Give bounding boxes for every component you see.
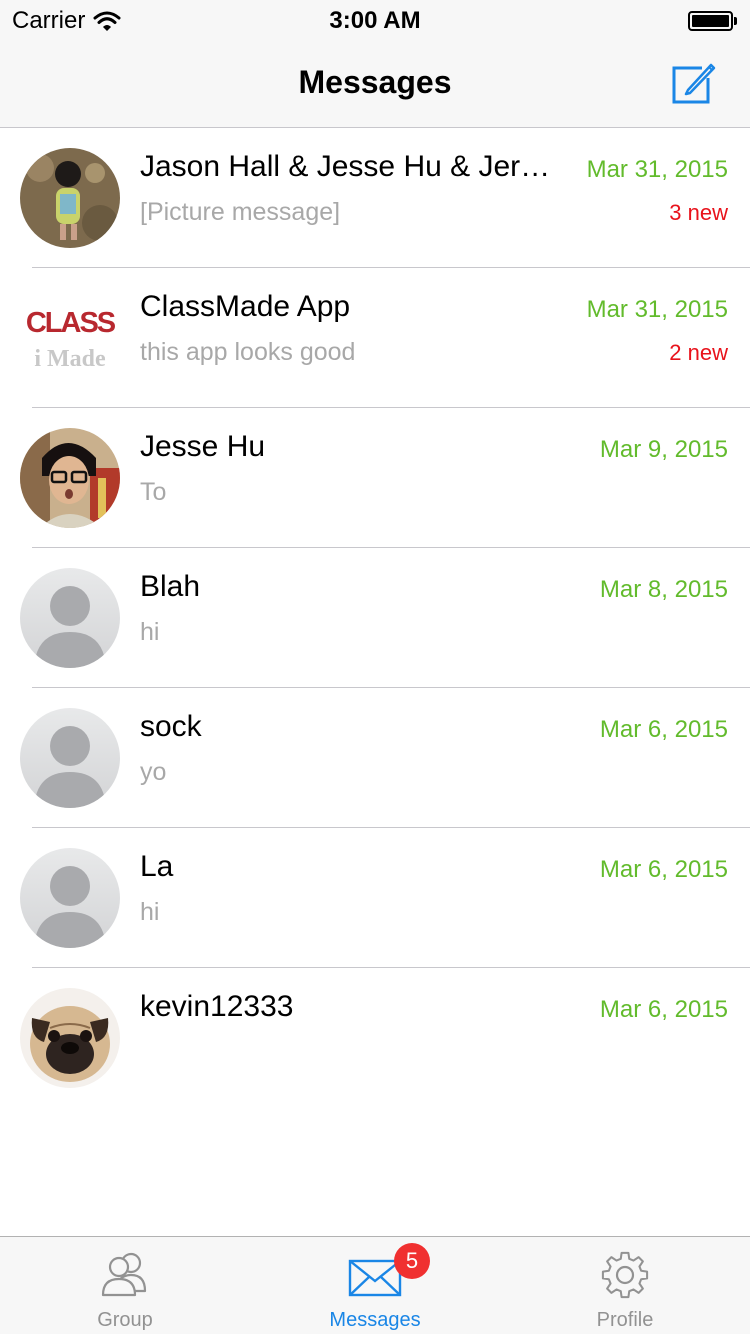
avatar [20, 708, 120, 808]
conversation-date: Mar 6, 2015 [599, 716, 728, 743]
message-preview: hi [140, 618, 160, 646]
message-preview: this app looks good [140, 338, 356, 366]
page-title: Messages [298, 64, 452, 100]
status-bar: Carrier 3:00 AM [0, 0, 750, 40]
conversation-name: kevin12333 [140, 990, 294, 1023]
conversation-list: Jason Hall & Jesse Hu & Jeremy [Picture … [0, 128, 750, 1108]
logo-text-bottom: i Made [34, 346, 106, 372]
conversation-row[interactable]: sock yo Mar 6, 2015 [0, 688, 750, 828]
avatar [20, 988, 120, 1088]
tab-group[interactable]: Group [0, 1237, 250, 1334]
new-count: 3 new [669, 200, 728, 225]
conversation-date: Mar 31, 2015 [586, 156, 728, 183]
compose-icon[interactable] [670, 58, 720, 106]
conversation-row[interactable]: kevin12333 Mar 6, 2015 [0, 968, 750, 1108]
conversation-date: Mar 8, 2015 [599, 576, 728, 603]
conversation-name: Blah [140, 570, 201, 603]
message-preview: hi [140, 898, 160, 926]
unread-badge: 5 [394, 1243, 430, 1279]
conversation-row[interactable]: Jason Hall & Jesse Hu & Jeremy [Picture … [0, 128, 750, 268]
conversation-row[interactable]: Blah hi Mar 8, 2015 [0, 548, 750, 688]
classmade-logo-avatar: CLASS i Made [26, 307, 118, 372]
logo-text-top: CLASS [26, 307, 116, 339]
conversation-name: La [140, 850, 174, 883]
conversation-name: Jesse Hu [140, 430, 266, 463]
tab-label: Group [97, 1309, 153, 1331]
conversation-date: Mar 9, 2015 [599, 436, 728, 463]
clock: 3:00 AM [329, 7, 421, 34]
tab-label: Profile [596, 1309, 654, 1331]
avatar [20, 428, 120, 528]
conversation-name: Jason Hall & Jesse Hu & Jeremy [140, 150, 560, 183]
message-preview: To [140, 478, 167, 506]
tab-label: Messages [329, 1309, 421, 1331]
message-preview: yo [140, 758, 167, 786]
avatar [20, 148, 120, 248]
conversation-date: Mar 6, 2015 [599, 856, 728, 883]
conversation-date: Mar 6, 2015 [599, 996, 728, 1023]
tab-messages[interactable]: 5 Messages [250, 1237, 500, 1334]
conversation-name: sock [140, 710, 202, 743]
photo-person-avatar [20, 428, 120, 528]
tab-bar: Group 5 Messages Profile [0, 1236, 750, 1334]
photo-child-avatar [20, 148, 120, 248]
conversation-row[interactable]: La hi Mar 6, 2015 [0, 828, 750, 968]
gear-icon [601, 1251, 649, 1299]
conversation-row[interactable]: CLASS i Made ClassMade App this app look… [0, 268, 750, 408]
new-count: 2 new [669, 340, 728, 365]
default-avatar-icon [20, 708, 120, 808]
photo-pug-avatar [20, 988, 120, 1088]
conversation-name: ClassMade App [140, 290, 351, 323]
group-icon [101, 1252, 147, 1297]
conversation-row[interactable]: Jesse Hu To Mar 9, 2015 [0, 408, 750, 548]
avatar [20, 848, 120, 948]
top-bar: Carrier 3:00 AM Messages [0, 0, 750, 128]
battery-icon [688, 10, 738, 32]
conversation-date: Mar 31, 2015 [586, 296, 728, 323]
avatar [20, 568, 120, 668]
default-avatar-icon [20, 568, 120, 668]
default-avatar-icon [20, 848, 120, 948]
tab-profile[interactable]: Profile [500, 1237, 750, 1334]
avatar: CLASS i Made [20, 288, 120, 388]
message-preview: [Picture message] [140, 198, 341, 226]
